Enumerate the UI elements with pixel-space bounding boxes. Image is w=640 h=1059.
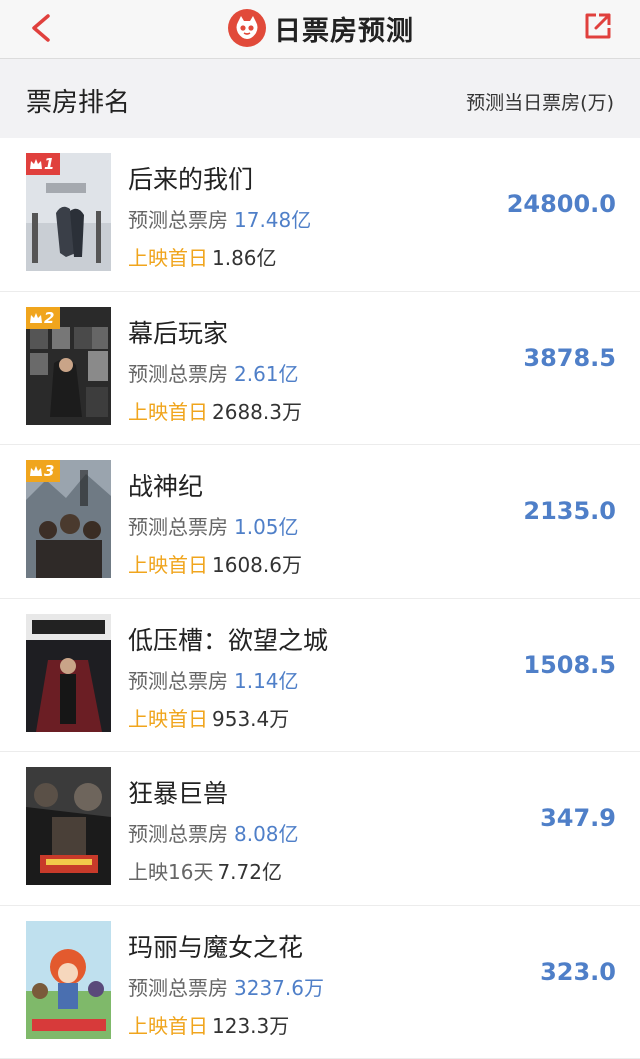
release-label: 上映首日 [128, 553, 208, 577]
release-info: 上映首日1.86亿 [128, 242, 277, 271]
movie-title: 低压槽：欲望之城 [128, 621, 328, 657]
rank-number: 1 [44, 155, 54, 173]
share-button[interactable] [582, 10, 614, 42]
nav-bar: 日票房预测 [0, 0, 640, 59]
crown-icon [30, 313, 42, 323]
predicted-total-value: 1.05亿 [234, 515, 299, 539]
rank-badge: 3 [26, 460, 60, 482]
release-value: 1608.6万 [212, 553, 302, 577]
movie-title: 狂暴巨兽 [128, 774, 228, 810]
page-title: 日票房预测 [274, 9, 414, 48]
predicted-total-label: 预测总票房 [128, 362, 228, 386]
daily-forecast-value: 3878.5 [523, 344, 616, 372]
movie-title: 战神纪 [128, 467, 203, 503]
release-info: 上映首日2688.3万 [128, 396, 302, 425]
release-value: 1.86亿 [212, 246, 277, 270]
daily-forecast-value: 323.0 [540, 958, 616, 986]
predicted-total: 预测总票房1.05亿 [128, 511, 299, 540]
movie-poster [26, 921, 111, 1039]
release-label: 上映首日 [128, 1014, 208, 1038]
daily-forecast-value: 347.9 [540, 804, 616, 832]
movie-poster [26, 767, 111, 885]
predicted-total-label: 预测总票房 [128, 669, 228, 693]
predicted-total-value: 8.08亿 [234, 822, 299, 846]
release-label: 上映16天 [128, 860, 213, 884]
release-value: 123.3万 [212, 1014, 289, 1038]
movie-title: 幕后玩家 [128, 314, 228, 350]
movie-row[interactable]: 3 战神纪 预测总票房1.05亿 上映首日1608.6万 2135.0 [0, 445, 640, 599]
predicted-total-value: 17.48亿 [234, 208, 311, 232]
ranking-header: 票房排名 预测当日票房(万) [0, 60, 640, 138]
predicted-total: 预测总票房1.14亿 [128, 665, 299, 694]
release-info: 上映16天7.72亿 [128, 856, 282, 885]
predicted-total: 预测总票房8.08亿 [128, 818, 299, 847]
predicted-total-value: 3237.6万 [234, 976, 324, 1000]
ranking-title: 票房排名 [26, 82, 130, 119]
movie-title: 玛丽与魔女之花 [128, 928, 303, 964]
release-value: 2688.3万 [212, 400, 302, 424]
rank-number: 2 [44, 309, 54, 327]
movie-poster: 1 [26, 153, 111, 271]
movie-title: 后来的我们 [128, 160, 253, 196]
daily-forecast-value: 24800.0 [507, 190, 616, 218]
predicted-total: 预测总票房3237.6万 [128, 972, 324, 1001]
back-button[interactable] [26, 8, 60, 48]
movie-row[interactable]: 玛丽与魔女之花 预测总票房3237.6万 上映首日123.3万 323.0 [0, 906, 640, 1059]
movie-row[interactable]: 2 幕后玩家 预测总票房2.61亿 上映首日2688.3万 3878.5 [0, 292, 640, 446]
movie-poster: 2 [26, 307, 111, 425]
movie-list: 1 后来的我们 预测总票房17.48亿 上映首日1.86亿 24800.0 [0, 138, 640, 1059]
chevron-left-icon [26, 8, 56, 48]
movie-poster [26, 614, 111, 732]
predicted-total-label: 预测总票房 [128, 208, 228, 232]
release-label: 上映首日 [128, 400, 208, 424]
predicted-total-value: 2.61亿 [234, 362, 299, 386]
crown-icon [30, 466, 42, 476]
predicted-total-value: 1.14亿 [234, 669, 299, 693]
rank-badge: 2 [26, 307, 60, 329]
predicted-total: 预测总票房2.61亿 [128, 358, 299, 387]
daily-forecast-value: 1508.5 [523, 651, 616, 679]
release-value: 7.72亿 [217, 860, 282, 884]
rank-number: 3 [44, 462, 54, 480]
release-label: 上映首日 [128, 707, 208, 731]
daily-forecast-value: 2135.0 [523, 497, 616, 525]
release-info: 上映首日123.3万 [128, 1010, 289, 1039]
predicted-total-label: 预测总票房 [128, 976, 228, 1000]
nav-title-group: 日票房预测 [228, 2, 414, 54]
predicted-total-label: 预测总票房 [128, 515, 228, 539]
cat-logo-icon [228, 9, 266, 47]
predicted-total: 预测总票房17.48亿 [128, 204, 311, 233]
rank-badge: 1 [26, 153, 60, 175]
movie-row[interactable]: 1 后来的我们 预测总票房17.48亿 上映首日1.86亿 24800.0 [0, 138, 640, 292]
release-label: 上映首日 [128, 246, 208, 270]
release-info: 上映首日953.4万 [128, 703, 289, 732]
predicted-total-label: 预测总票房 [128, 822, 228, 846]
daily-forecast-unit-label: 预测当日票房(万) [466, 88, 614, 115]
release-value: 953.4万 [212, 707, 289, 731]
movie-row[interactable]: 低压槽：欲望之城 预测总票房1.14亿 上映首日953.4万 1508.5 [0, 599, 640, 753]
release-info: 上映首日1608.6万 [128, 549, 302, 578]
crown-icon [30, 159, 42, 169]
share-icon [582, 10, 614, 42]
movie-poster: 3 [26, 460, 111, 578]
movie-row[interactable]: 狂暴巨兽 预测总票房8.08亿 上映16天7.72亿 347.9 [0, 752, 640, 906]
